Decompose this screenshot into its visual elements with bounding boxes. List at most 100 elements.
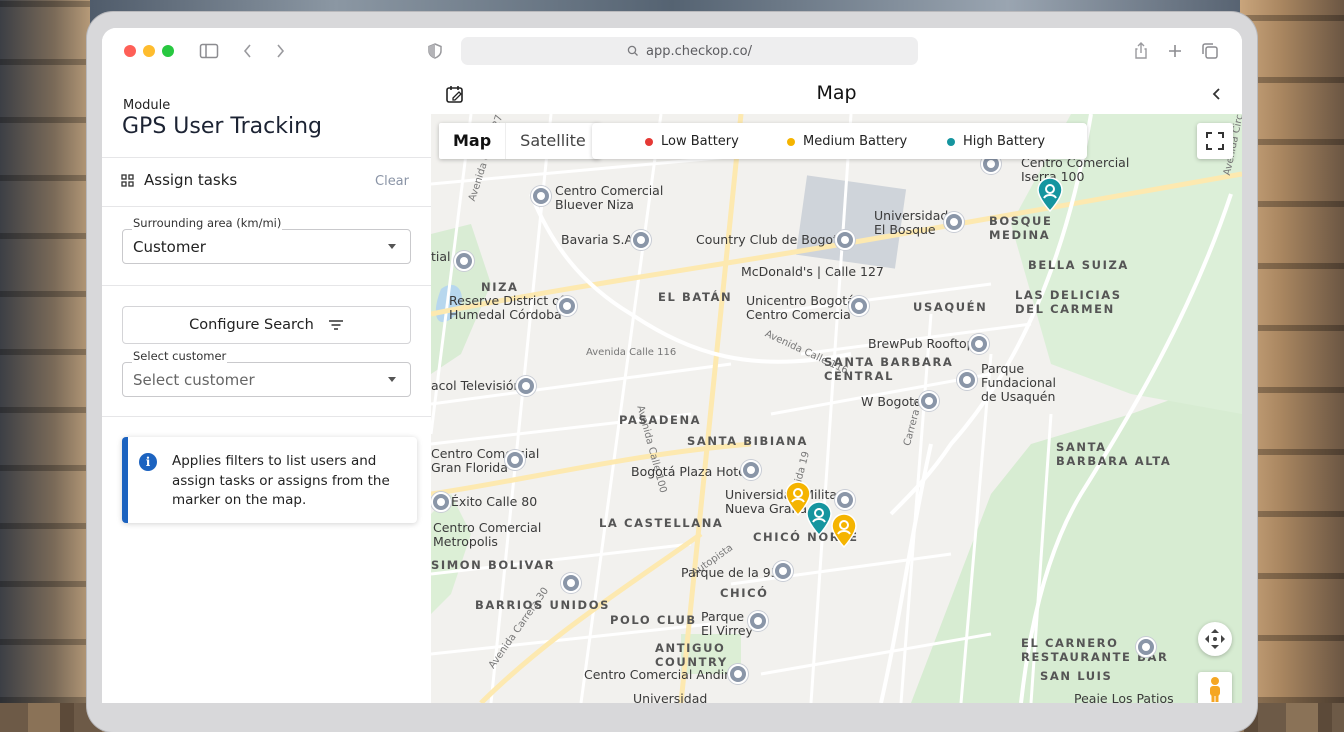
neighborhood-label: BARRIOS UNIDOS (475, 598, 610, 612)
satellite-view-tab[interactable]: Satellite (505, 123, 600, 159)
minimize-window-button[interactable] (143, 45, 155, 57)
neighborhood-label: SANTA BARBARA ALTA (1056, 440, 1172, 468)
shopping-poi-icon[interactable] (849, 296, 869, 316)
hotel-poi-icon[interactable] (919, 391, 939, 411)
background-warehouse-left (0, 0, 90, 703)
neighborhood-label: SIMON BOLIVAR (431, 558, 556, 572)
shopping-poi-icon[interactable] (431, 492, 451, 512)
map-type-toggle: Map Satellite (439, 123, 600, 159)
school-poi-icon[interactable] (944, 212, 964, 232)
gps-tracking-panel: Module GPS User Tracking Assign tasks Cl… (102, 74, 432, 703)
url-bar[interactable]: app.checkop.co/ (461, 37, 918, 65)
building-poi-icon[interactable] (516, 376, 536, 396)
url-text: app.checkop.co/ (645, 43, 753, 59)
place-label: Parque Fundacional de Usaquén (981, 361, 1056, 404)
hotel-poi-icon[interactable] (741, 460, 761, 480)
place-label: BrewPub Rooftop (868, 336, 975, 351)
legend-medium-battery: Medium Battery (787, 134, 907, 149)
map-canvas[interactable]: Avenida Calle 127 Avenida Calle 116 Aven… (431, 114, 1242, 703)
school-poi-icon[interactable] (835, 490, 855, 510)
user-marker-high-battery[interactable] (805, 500, 833, 536)
assign-tasks-label: Assign tasks (144, 171, 238, 189)
place-label: acol Televisión (431, 378, 522, 393)
shopping-poi-icon[interactable] (531, 186, 551, 206)
neighborhood-label: BOSQUE MEDINA (989, 214, 1053, 242)
place-label: Parque El Virrey (701, 609, 753, 638)
zoom-window-button[interactable] (162, 45, 174, 57)
neighborhood-label: POLO CLUB (610, 613, 697, 627)
map-view-tab[interactable]: Map (439, 123, 505, 159)
info-icon: i (139, 453, 157, 471)
select-customer-placeholder: Select customer (133, 371, 255, 389)
surrounding-area-label: Surrounding area (km/mi) (132, 216, 283, 230)
neighborhood-label: NIZA (481, 280, 519, 294)
neighborhood-label: USAQUÉN (913, 300, 988, 314)
pegman-icon (1210, 677, 1220, 702)
place-label: Universidad El Bosque (874, 208, 949, 237)
restaurant-poi-icon[interactable] (1136, 637, 1156, 657)
shopping-poi-icon[interactable] (505, 450, 525, 470)
grid-icon (121, 173, 134, 187)
divider (102, 157, 431, 158)
divider (102, 285, 431, 286)
sidebar-toggle-icon[interactable] (198, 40, 220, 62)
building-poi-icon[interactable] (454, 251, 474, 271)
place-label: Reserve District of Humedal Córdoba (449, 293, 565, 322)
select-customer-label: Select customer (132, 349, 228, 363)
place-label: Centro Comercial Bluever Niza (555, 183, 664, 212)
pan-control-button[interactable] (1198, 622, 1232, 656)
forward-icon[interactable] (269, 40, 291, 62)
search-icon (627, 45, 638, 56)
divider (102, 416, 431, 417)
battery-legend: Low Battery Medium Battery High Battery (592, 123, 1087, 159)
back-icon[interactable] (237, 40, 259, 62)
park-poi-icon[interactable] (957, 370, 977, 390)
clear-button[interactable]: Clear (375, 174, 409, 189)
place-label: Country Club de Bogotá (696, 232, 846, 247)
info-text: Applies filters to list users and assign… (172, 453, 390, 508)
info-alert: i Applies filters to list users and assi… (122, 437, 417, 523)
place-label: Unicentro Bogotá Centro Comercia (746, 293, 855, 322)
building-poi-icon[interactable] (561, 573, 581, 593)
select-customer-dropdown[interactable]: Select customer Select customer (122, 349, 411, 397)
user-marker-high-battery[interactable] (1036, 176, 1064, 212)
neighborhood-label: ANTIGUO COUNTRY (655, 641, 728, 669)
place-label: Bogotá Plaza Hotel (631, 464, 750, 479)
assign-tasks-header[interactable]: Assign tasks (121, 171, 237, 189)
park-poi-icon[interactable] (748, 611, 768, 631)
neighborhood-label: CHICÓ (720, 586, 769, 600)
user-marker-medium-battery[interactable] (830, 512, 858, 548)
close-window-button[interactable] (124, 45, 136, 57)
road-label: Avenida Calle 116 (586, 347, 677, 358)
browser-toolbar: app.checkop.co/ (102, 28, 1242, 75)
new-tab-icon[interactable] (1164, 40, 1186, 62)
neighborhood-label: PASADENA (619, 413, 702, 427)
collapse-chevron-icon[interactable] (1210, 86, 1224, 102)
surrounding-area-select[interactable]: Surrounding area (km/mi) Customer (122, 216, 411, 264)
map-title: Map (816, 82, 857, 104)
tab-overview-icon[interactable] (1199, 40, 1221, 62)
filter-icon (328, 320, 343, 330)
place-label: tial (431, 249, 451, 264)
neighborhood-label: BELLA SUIZA (1028, 258, 1129, 272)
neighborhood-label: SANTA BARBARA CENTRAL (824, 355, 954, 383)
configure-search-button[interactable]: Configure Search (122, 306, 411, 344)
shield-icon[interactable] (424, 40, 446, 62)
fullscreen-button[interactable] (1197, 123, 1233, 159)
shopping-poi-icon[interactable] (728, 664, 748, 684)
fullscreen-icon (1206, 132, 1224, 150)
neighborhood-label: SAN LUIS (1040, 669, 1113, 683)
place-label: Bavaria S.A (561, 232, 633, 247)
park-poi-icon[interactable] (557, 296, 577, 316)
move-arrows-icon (1205, 629, 1225, 649)
park-poi-icon[interactable] (773, 561, 793, 581)
landmark-poi-icon[interactable] (835, 230, 855, 250)
building-poi-icon[interactable] (631, 230, 651, 250)
street-view-button[interactable] (1198, 672, 1232, 703)
place-label: Parque de la 93 (681, 565, 779, 580)
bar-poi-icon[interactable] (969, 334, 989, 354)
neighborhood-label: SANTA BIBIANA (687, 434, 808, 448)
place-label: Centro Comercial Andino (584, 667, 740, 682)
surrounding-area-value: Customer (133, 238, 206, 256)
share-icon[interactable] (1130, 40, 1152, 62)
